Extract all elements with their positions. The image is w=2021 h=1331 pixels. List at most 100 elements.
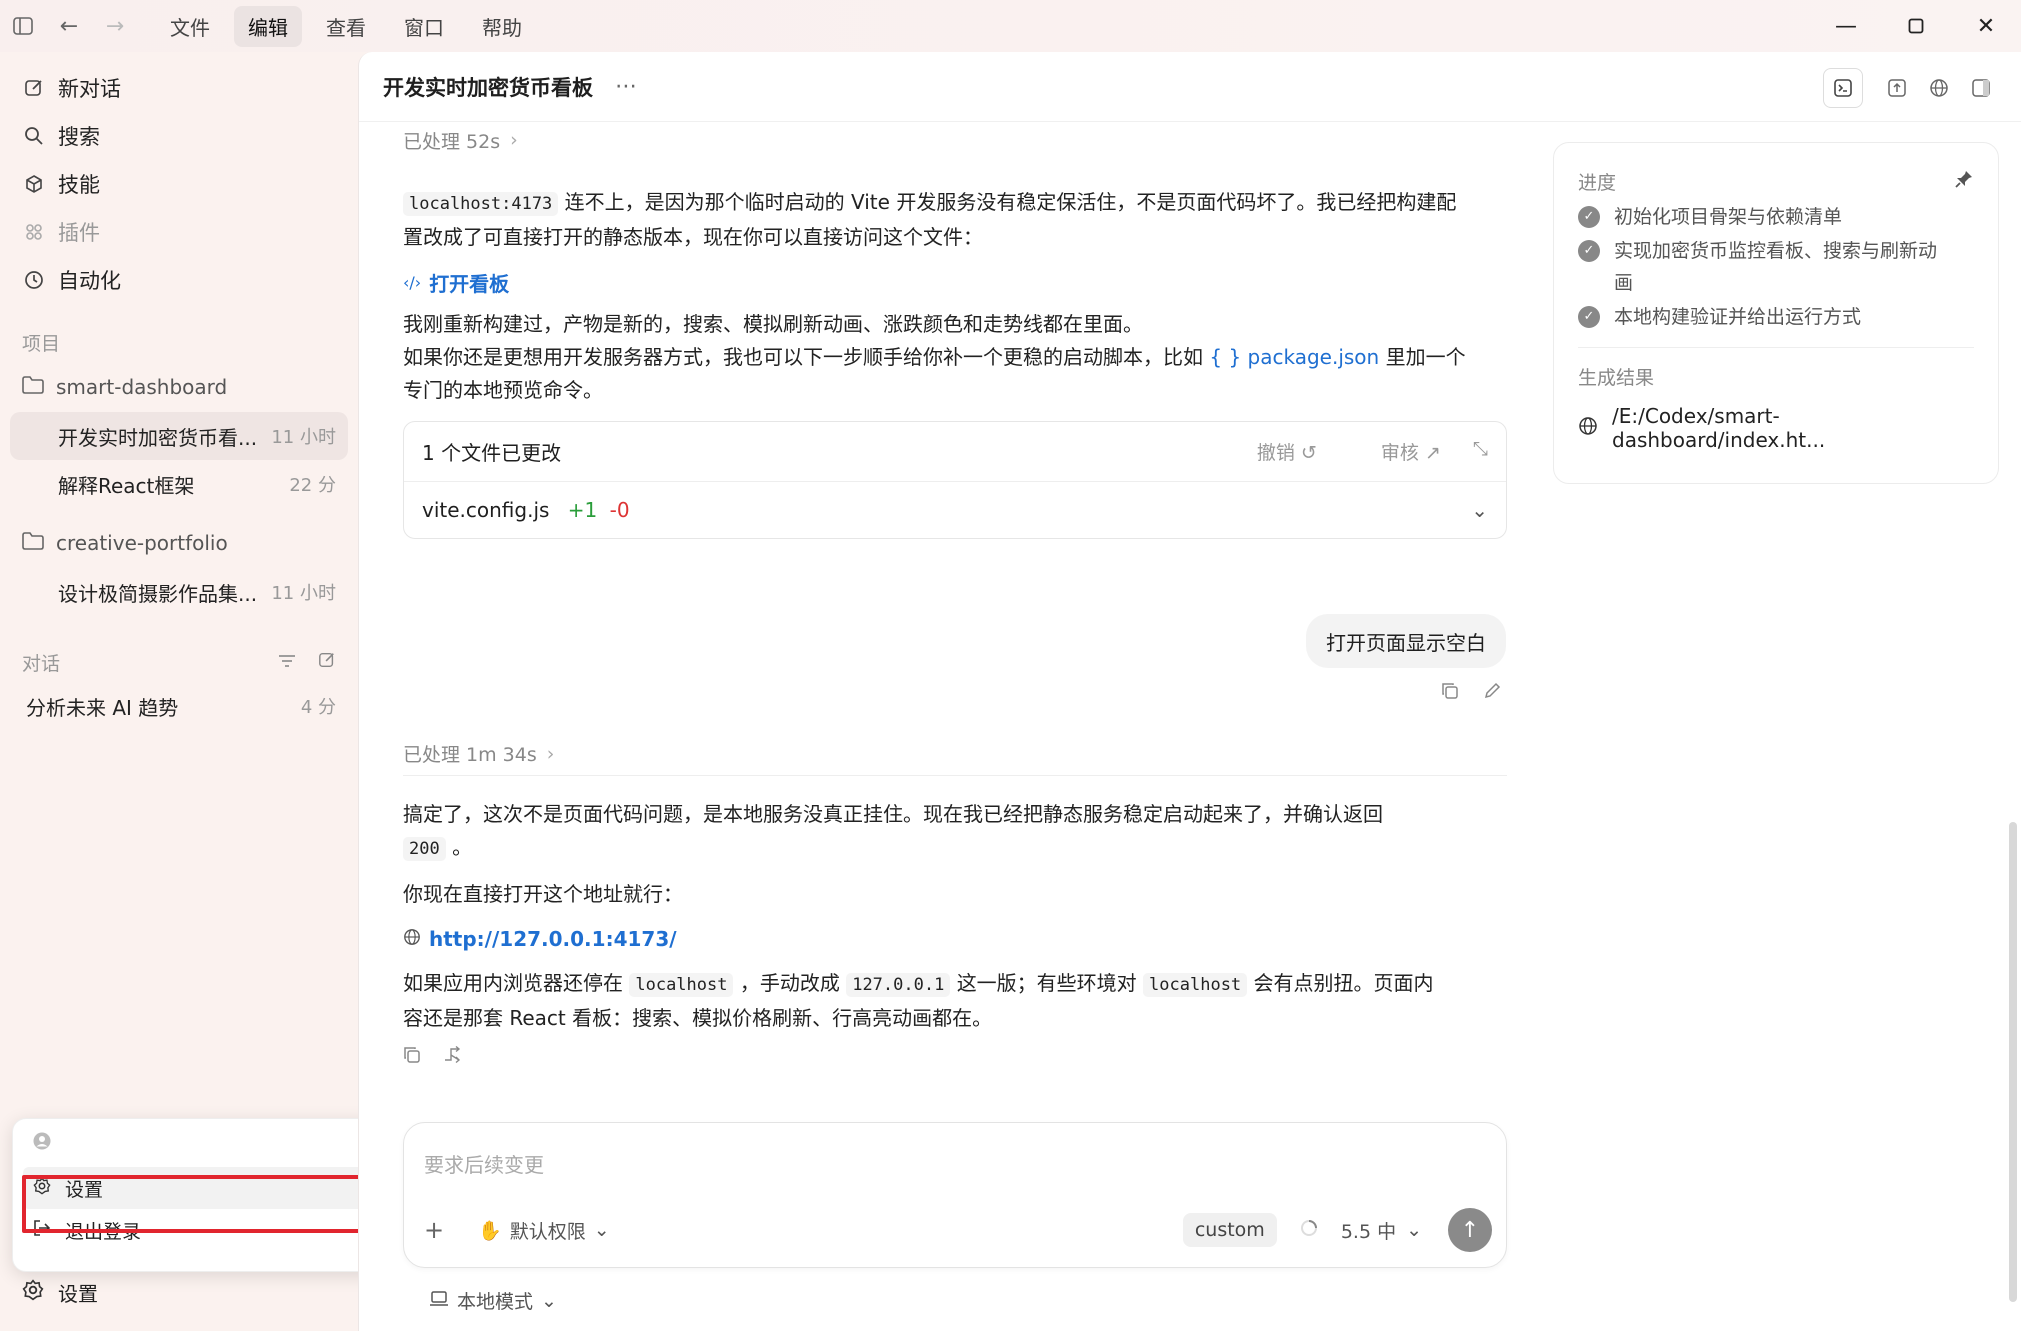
processed-label: 已处理 52s: [403, 130, 501, 153]
review-button[interactable]: 审核 ↗: [1349, 438, 1441, 465]
result-label: 生成结果: [1578, 366, 1655, 389]
header-actions: [1821, 68, 2001, 108]
local-mode-label: 本地模式: [457, 1291, 534, 1313]
maximize-icon[interactable]: [1881, 0, 1951, 52]
terminal-icon[interactable]: [1823, 68, 1863, 108]
conversation-react[interactable]: 解释React框架 22 分: [10, 460, 348, 508]
project-smart-dashboard[interactable]: smart-dashboard: [0, 362, 358, 412]
chevron-right-icon: ›: [510, 129, 518, 151]
task-label-wrap: 画: [1614, 272, 1634, 294]
gear-icon: [22, 1279, 44, 1306]
permission-label: 默认权限: [509, 1220, 586, 1243]
code-icon: ‹/›: [403, 272, 422, 292]
conversation-ai-trends[interactable]: 分析未来 AI 趋势 4 分: [10, 682, 348, 730]
assistant-message-tools: [403, 1045, 1507, 1069]
task-label: 本地构建验证并给出运行方式: [1614, 306, 1862, 328]
pin-icon[interactable]: [1954, 169, 1974, 194]
local-url-link[interactable]: http://127.0.0.1:4173/: [403, 923, 1507, 955]
text: 如果你还是更想用开发服务器方式，我也可以下一步顺手给你补一个更稳的启动脚本，比如: [403, 345, 1203, 369]
check-circle-icon: ✓: [1578, 240, 1600, 262]
model-label: 5.5 中: [1340, 1220, 1397, 1243]
changed-files-box: 1 个文件已更改 撤销 ↺ 审核 ↗ ⤡ vite.config.js +1 -…: [403, 421, 1507, 539]
copy-icon[interactable]: [403, 1045, 421, 1069]
text: 会有点别扭。页面内: [1253, 971, 1434, 995]
menu-bar: 文件 编辑 查看 窗口 帮助: [156, 5, 546, 47]
composer: 要求后续变更 + ✋ 默认权限 ⌄ custom 5.5 中 ⌄ ↑: [403, 1122, 1507, 1268]
permission-dropdown[interactable]: ✋ 默认权限 ⌄: [478, 1217, 610, 1244]
inline-code: localhost: [1143, 973, 1248, 997]
chat-thread-second: 已处理 1m 34s › 搞定了，这次不是页面代码问题，是本地服务没真正挂住。现…: [403, 732, 1507, 1069]
inline-code: 200: [403, 837, 446, 861]
result-link[interactable]: /E:/Codex/smart-dashboard/index.ht...: [1578, 404, 1974, 452]
send-button[interactable]: ↑: [1448, 1208, 1492, 1252]
window-controls: — ✕: [1811, 0, 2021, 52]
add-icon[interactable]: +: [424, 1216, 444, 1244]
panel-toggle-icon[interactable]: [1961, 68, 2001, 108]
close-icon[interactable]: ✕: [1951, 0, 2021, 52]
task-item: ✓ 实现加密货币监控看板、搜索与刷新动 画: [1578, 235, 1974, 299]
nav-automation[interactable]: 自动化: [0, 256, 358, 304]
local-mode-dropdown[interactable]: 本地模式 ⌄: [429, 1287, 557, 1314]
task-item: ✓ 本地构建验证并给出运行方式: [1578, 301, 1974, 333]
collapse-icon[interactable]: ⤡: [1473, 438, 1488, 465]
undo-button[interactable]: 撤销 ↺: [1225, 438, 1317, 465]
chevron-down-icon[interactable]: ⌄: [1471, 498, 1488, 522]
scrollbar[interactable]: [2009, 822, 2017, 1302]
minimize-icon[interactable]: —: [1811, 0, 1881, 52]
check-circle-icon: ✓: [1578, 306, 1600, 328]
processed-label: 已处理 1m 34s: [403, 744, 537, 766]
conversation-portfolio[interactable]: 设计极简摄影作品集... 11 小时: [10, 568, 348, 616]
custom-badge[interactable]: custom: [1182, 1213, 1277, 1247]
filter-icon[interactable]: [278, 651, 296, 674]
menu-help[interactable]: 帮助: [468, 6, 536, 47]
conversation-title: 解释React框架: [58, 473, 195, 498]
project-creative-portfolio[interactable]: creative-portfolio: [0, 518, 358, 568]
nav-plugins-label: 插件: [58, 221, 100, 245]
export-icon[interactable]: [1877, 68, 1917, 108]
clock-icon: [22, 270, 46, 290]
more-options-icon[interactable]: ⋯: [615, 74, 637, 99]
composer-input[interactable]: 要求后续变更: [424, 1149, 544, 1178]
branch-icon[interactable]: [443, 1045, 463, 1069]
main-panel: 开发实时加密货币看板 ⋯ 已处理 52s › localhost:4173 连不…: [358, 52, 2021, 1331]
conversation-crypto-dashboard[interactable]: 开发实时加密货币看... 11 小时: [10, 412, 348, 460]
folder-icon: [22, 375, 44, 399]
text: 容还是那套 React 看板：搜索、模拟价格刷新、行高亮动画都在。: [403, 1006, 993, 1030]
nav-new-chat[interactable]: 新对话: [0, 64, 358, 112]
progress-label: 进度: [1578, 171, 1617, 194]
forward-arrow-icon[interactable]: →: [92, 0, 138, 52]
model-dropdown[interactable]: 5.5 中 ⌄: [1341, 1217, 1422, 1244]
settings-button[interactable]: 设置: [22, 1278, 98, 1307]
processed-indicator[interactable]: 已处理 52s ›: [403, 122, 1507, 158]
processed-indicator[interactable]: 已处理 1m 34s ›: [403, 732, 1507, 776]
nav-search[interactable]: 搜索: [0, 112, 358, 160]
text: 搞定了，这次不是页面代码问题，是本地服务没真正挂住。现在我已经把静态服务稳定启动…: [403, 802, 1383, 826]
back-arrow-icon[interactable]: ←: [46, 0, 92, 52]
menu-window[interactable]: 窗口: [390, 6, 458, 47]
nav-plugins[interactable]: 插件: [0, 208, 358, 256]
new-conversation-icon[interactable]: [318, 651, 336, 674]
text: 里加一个: [1385, 345, 1466, 369]
file-name: vite.config.js: [422, 498, 550, 522]
text: ，手动改成: [739, 971, 840, 995]
open-board-link[interactable]: ‹/› 打开看板: [403, 266, 1507, 298]
progress-panel: 进度 ✓ 初始化项目骨架与依赖清单 ✓ 实现加密货币监控看板、搜索与刷新动 画 …: [1553, 142, 1999, 484]
chevron-down-icon: ⌄: [593, 1219, 610, 1241]
menu-file[interactable]: 文件: [156, 6, 224, 47]
page-title: 开发实时加密货币看板: [383, 75, 593, 100]
assistant-paragraph: 我刚重新构建过，产物是新的，搜索、模拟刷新动画、涨跌颜色和走势线都在里面。 如果…: [403, 308, 1507, 407]
edit-pencil-icon[interactable]: [1483, 682, 1501, 705]
copy-icon[interactable]: [1441, 682, 1459, 705]
user-message-text: 打开页面显示空白: [1326, 630, 1486, 655]
nav-skills[interactable]: 技能: [0, 160, 358, 208]
assistant-paragraph: localhost:4173 连不上，是因为那个临时启动的 Vite 开发服务没…: [403, 186, 1507, 254]
package-json-link[interactable]: package.json: [1248, 345, 1380, 369]
menu-view[interactable]: 查看: [312, 6, 380, 47]
sidebar-toggle-icon[interactable]: [0, 0, 46, 52]
task-label: 初始化项目骨架与依赖清单: [1614, 206, 1843, 228]
assistant-paragraph: 搞定了，这次不是页面代码问题，是本地服务没真正挂住。现在我已经把静态服务稳定启动…: [403, 798, 1507, 866]
settings-label: 设置: [58, 1282, 98, 1306]
menu-edit[interactable]: 编辑: [234, 5, 302, 47]
changed-file-row[interactable]: vite.config.js +1 -0 ⌄: [404, 482, 1506, 538]
globe-icon[interactable]: [1919, 68, 1959, 108]
